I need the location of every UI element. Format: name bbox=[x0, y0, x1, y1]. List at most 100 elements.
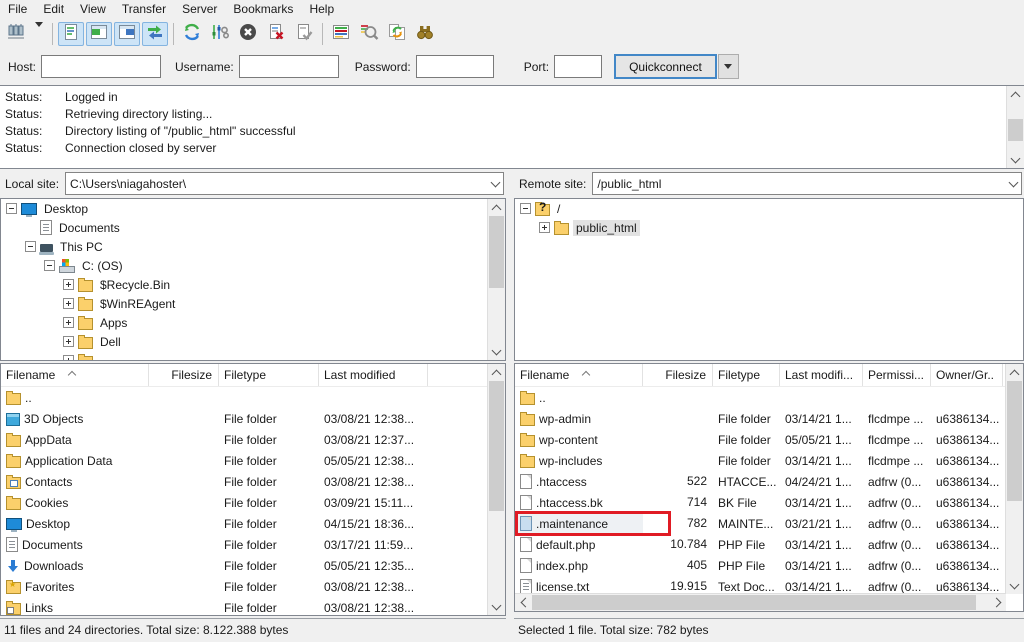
expand-toggle[interactable] bbox=[63, 317, 74, 328]
refresh-button[interactable] bbox=[179, 22, 205, 46]
file-row[interactable]: LinksFile folder03/08/21 12:38... bbox=[1, 597, 505, 616]
file-row[interactable]: wp-adminFile folder03/14/21 1...flcdmpe … bbox=[515, 408, 1023, 429]
column-header-filetype[interactable]: Filetype bbox=[713, 364, 780, 386]
local-list-scrollbar[interactable] bbox=[487, 364, 505, 615]
scroll-up-button[interactable] bbox=[1007, 86, 1024, 103]
site-manager-button[interactable] bbox=[3, 22, 29, 46]
file-row[interactable]: DocumentsFile folder03/17/21 11:59... bbox=[1, 534, 505, 555]
column-header-filesize[interactable]: Filesize bbox=[149, 364, 219, 386]
tree-item-desktop[interactable]: Desktop bbox=[1, 199, 505, 218]
tree-item-apps[interactable]: Apps bbox=[1, 313, 505, 332]
filter-button[interactable] bbox=[328, 22, 354, 46]
expand-toggle[interactable] bbox=[63, 298, 74, 309]
process-queue-button[interactable] bbox=[207, 22, 233, 46]
scrollbar-thumb[interactable] bbox=[532, 595, 976, 610]
scroll-left-button[interactable] bbox=[515, 594, 532, 611]
menu-help[interactable]: Help bbox=[301, 0, 342, 19]
collapse-toggle[interactable] bbox=[25, 241, 36, 252]
column-header-filename[interactable]: Filename bbox=[515, 364, 643, 386]
scroll-down-button[interactable] bbox=[1007, 151, 1024, 168]
file-row[interactable]: .htaccess.bk714BK File03/14/21 1...adfrw… bbox=[515, 492, 1023, 513]
host-input[interactable] bbox=[41, 55, 161, 78]
scroll-down-button[interactable] bbox=[488, 598, 505, 615]
file-row[interactable]: .htaccess522HTACCE...04/24/21 1...adfrw … bbox=[515, 471, 1023, 492]
file-row[interactable]: default.php10.784PHP File03/14/21 1...ad… bbox=[515, 534, 1023, 555]
menu-transfer[interactable]: Transfer bbox=[114, 0, 174, 19]
scrollbar-thumb[interactable] bbox=[489, 216, 504, 288]
file-row[interactable]: wp-includesFile folder03/14/21 1...flcdm… bbox=[515, 450, 1023, 471]
tree-item-public-html[interactable]: public_html bbox=[515, 218, 1023, 237]
toggle-message-log-button[interactable] bbox=[58, 22, 84, 46]
column-header-filetype[interactable]: Filetype bbox=[219, 364, 319, 386]
tree-item--recycle-bin[interactable]: $Recycle.Bin bbox=[1, 275, 505, 294]
tree-item--[interactable]: / bbox=[515, 199, 1023, 218]
scroll-up-button[interactable] bbox=[488, 199, 505, 216]
file-row[interactable]: AppDataFile folder03/08/21 12:37... bbox=[1, 429, 505, 450]
menu-file[interactable]: File bbox=[0, 0, 35, 19]
collapse-toggle[interactable] bbox=[520, 203, 531, 214]
scroll-up-button[interactable] bbox=[1006, 364, 1023, 381]
menu-server[interactable]: Server bbox=[174, 0, 225, 19]
file-row[interactable]: wp-contentFile folder05/05/21 1...flcdmp… bbox=[515, 429, 1023, 450]
column-header-permissi[interactable]: Permissi... bbox=[863, 364, 931, 386]
column-header-ownergr[interactable]: Owner/Gr.. bbox=[931, 364, 1003, 386]
log-scrollbar[interactable] bbox=[1006, 86, 1024, 168]
tree-item--winreagent[interactable]: $WinREAgent bbox=[1, 294, 505, 313]
file-row[interactable]: DownloadsFile folder05/05/21 12:35... bbox=[1, 555, 505, 576]
pane-splitter[interactable] bbox=[506, 169, 514, 642]
remote-list-hscrollbar[interactable] bbox=[515, 593, 1006, 611]
column-header-filename[interactable]: Filename bbox=[1, 364, 149, 386]
file-row[interactable]: .. bbox=[515, 387, 1023, 408]
quickconnect-dropdown-button[interactable] bbox=[718, 54, 739, 79]
scroll-up-button[interactable] bbox=[488, 364, 505, 381]
scroll-down-button[interactable] bbox=[1006, 577, 1023, 594]
remote-list-scrollbar[interactable] bbox=[1005, 364, 1023, 594]
file-row[interactable]: 3D ObjectsFile folder03/08/21 12:38... bbox=[1, 408, 505, 429]
scrollbar-thumb[interactable] bbox=[489, 381, 504, 511]
expand-toggle[interactable] bbox=[539, 222, 550, 233]
expand-toggle[interactable] bbox=[63, 355, 74, 361]
collapse-toggle[interactable] bbox=[44, 260, 55, 271]
file-row[interactable]: ContactsFile folder03/08/21 12:38... bbox=[1, 471, 505, 492]
menu-edit[interactable]: Edit bbox=[35, 0, 72, 19]
file-row[interactable]: index.php405PHP File03/14/21 1...adfrw (… bbox=[515, 555, 1023, 576]
remove-failed-transfers-button[interactable] bbox=[263, 22, 289, 46]
password-input[interactable] bbox=[416, 55, 494, 78]
site-manager-dropdown-button[interactable] bbox=[31, 22, 47, 46]
file-row[interactable]: FavoritesFile folder03/08/21 12:38... bbox=[1, 576, 505, 597]
collapse-toggle[interactable] bbox=[6, 203, 17, 214]
scrollbar-thumb[interactable] bbox=[1008, 119, 1023, 141]
tree-item-this-pc[interactable]: This PC bbox=[1, 237, 505, 256]
expand-toggle[interactable] bbox=[63, 336, 74, 347]
file-row[interactable]: DesktopFile folder04/15/21 18:36... bbox=[1, 513, 505, 534]
cancel-button[interactable] bbox=[235, 22, 261, 46]
scroll-down-button[interactable] bbox=[488, 343, 505, 360]
username-input[interactable] bbox=[239, 55, 339, 78]
menu-bookmarks[interactable]: Bookmarks bbox=[225, 0, 301, 19]
column-header-lastmodifi[interactable]: Last modifi... bbox=[780, 364, 863, 386]
quickconnect-button[interactable]: Quickconnect bbox=[614, 54, 717, 79]
column-header-filesize[interactable]: Filesize bbox=[643, 364, 713, 386]
scrollbar-thumb[interactable] bbox=[1007, 381, 1022, 501]
file-row[interactable]: CookiesFile folder03/09/21 15:11... bbox=[1, 492, 505, 513]
file-row[interactable]: .. bbox=[1, 387, 505, 408]
file-row[interactable]: Application DataFile folder05/05/21 12:3… bbox=[1, 450, 505, 471]
column-header-lastmodified[interactable]: Last modified bbox=[319, 364, 428, 386]
directory-comparison-button[interactable] bbox=[356, 22, 382, 46]
find-files-button[interactable] bbox=[412, 22, 438, 46]
menu-view[interactable]: View bbox=[72, 0, 114, 19]
expand-toggle[interactable] bbox=[63, 279, 74, 290]
tree-item-partial[interactable] bbox=[1, 351, 505, 361]
synchronized-browsing-button[interactable] bbox=[384, 22, 410, 46]
successful-transfers-button[interactable] bbox=[291, 22, 317, 46]
local-tree-scrollbar[interactable] bbox=[487, 199, 505, 360]
tree-item-documents[interactable]: Documents bbox=[1, 218, 505, 237]
port-input[interactable] bbox=[554, 55, 602, 78]
toggle-local-tree-button[interactable] bbox=[86, 22, 112, 46]
file-row[interactable]: .maintenance782MAINTE...03/21/21 1...adf… bbox=[515, 513, 1023, 534]
remote-site-combobox[interactable]: /public_html bbox=[592, 172, 1022, 195]
tree-item-dell[interactable]: Dell bbox=[1, 332, 505, 351]
toggle-remote-tree-button[interactable] bbox=[114, 22, 140, 46]
tree-item-c-os-[interactable]: C: (OS) bbox=[1, 256, 505, 275]
toggle-transfer-queue-button[interactable] bbox=[142, 22, 168, 46]
